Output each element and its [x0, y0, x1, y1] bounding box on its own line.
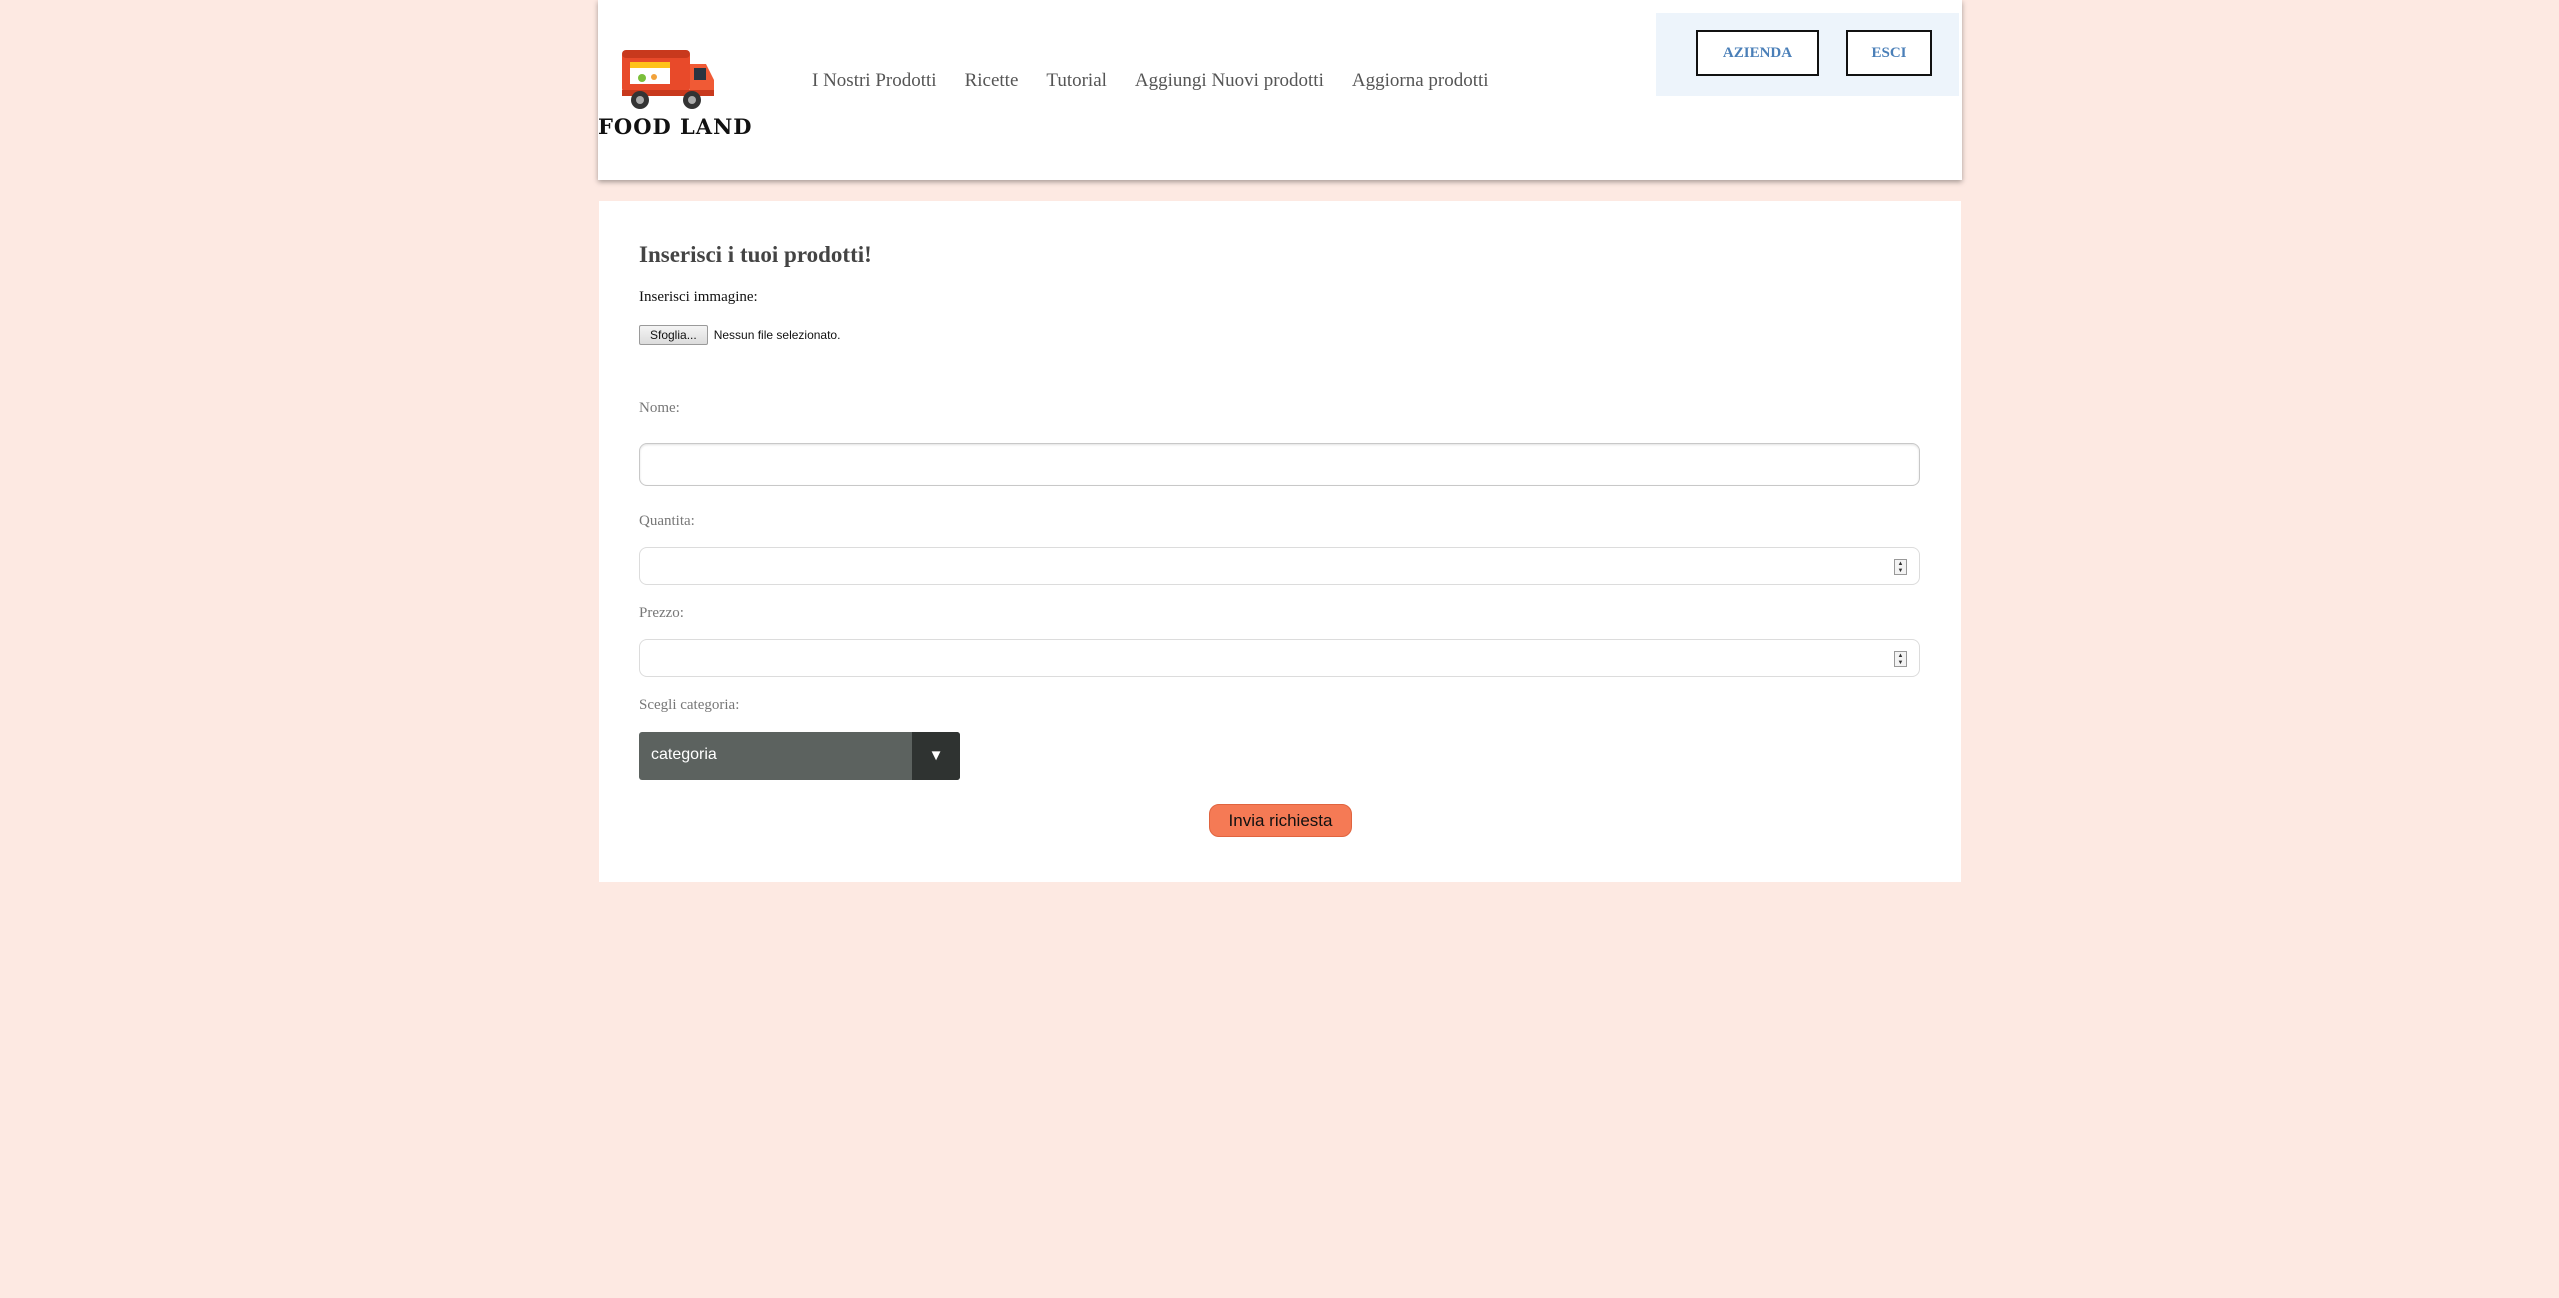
quantity-input[interactable]: ▲ ▼ — [639, 547, 1920, 585]
browse-file-button[interactable]: Sfoglia... — [639, 325, 708, 345]
quantity-spinner-icon[interactable]: ▲ ▼ — [1894, 559, 1907, 575]
price-spinner-icon[interactable]: ▲ ▼ — [1894, 651, 1907, 667]
form-title: Inserisci i tuoi prodotti! — [639, 242, 872, 267]
category-selected-value: categoria — [651, 746, 717, 763]
name-input[interactable] — [639, 443, 1920, 486]
category-select[interactable]: categoria ▼ — [639, 732, 960, 780]
nav-aggiorna-prodotti[interactable]: Aggiorna prodotti — [1352, 70, 1489, 92]
logo[interactable]: FOOD LAND — [598, 44, 753, 144]
file-status: Nessun file selezionato. — [713, 328, 841, 342]
logo-text: FOOD LAND — [598, 114, 753, 139]
azienda-button[interactable]: AZIENDA — [1696, 30, 1819, 76]
price-input[interactable]: ▲ ▼ — [639, 639, 1920, 677]
nav-ricette[interactable]: Ricette — [965, 70, 1019, 92]
caret-down-icon[interactable]: ▼ — [912, 732, 960, 780]
main-nav: I Nostri Prodotti Ricette Tutorial Aggiu… — [812, 70, 1489, 92]
name-label: Nome: — [639, 400, 680, 416]
submit-request-button[interactable]: Invia richiesta — [1209, 804, 1352, 837]
file-input: Sfoglia... Nessun file selezionato. — [639, 325, 840, 345]
nav-nostri-prodotti[interactable]: I Nostri Prodotti — [812, 70, 937, 92]
product-form-card: Inserisci i tuoi prodotti! Inserisci imm… — [599, 201, 1961, 882]
category-label: Scegli categoria: — [639, 697, 740, 713]
nav-tutorial[interactable]: Tutorial — [1046, 70, 1107, 92]
food-truck-icon — [622, 50, 714, 109]
site-header: FOOD LAND I Nostri Prodotti Ricette Tuto… — [598, 0, 1962, 180]
nav-aggiungi-nuovi-prodotti[interactable]: Aggiungi Nuovi prodotti — [1135, 70, 1324, 92]
esci-button[interactable]: ESCI — [1846, 30, 1932, 76]
price-label: Prezzo: — [639, 605, 684, 621]
account-panel: AZIENDA ESCI — [1656, 13, 1959, 96]
quantity-label: Quantita: — [639, 513, 695, 529]
image-label: Inserisci immagine: — [639, 289, 758, 305]
